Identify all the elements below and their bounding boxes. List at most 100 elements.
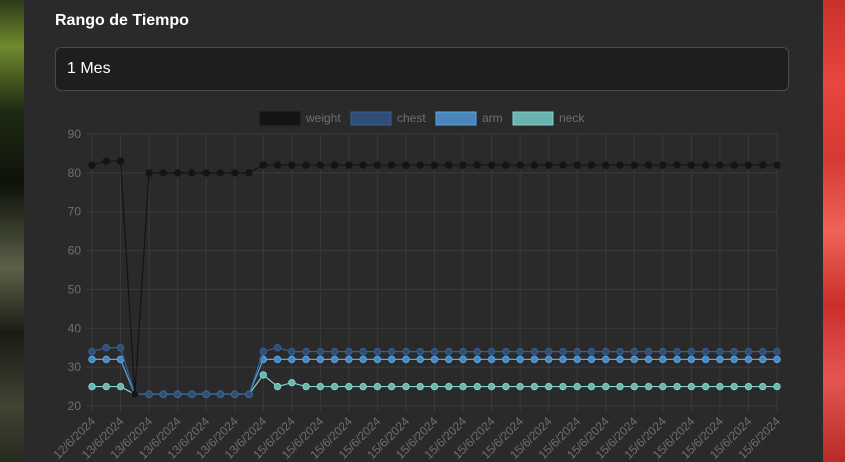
data-point-arm <box>373 355 382 364</box>
data-point-chest <box>602 347 610 356</box>
data-point-weight <box>473 161 482 169</box>
data-point-weight <box>231 169 239 177</box>
data-point-weight <box>216 169 225 177</box>
data-point-arm <box>587 355 596 364</box>
data-point-chest <box>459 347 467 356</box>
data-point-arm <box>730 355 738 364</box>
data-point-neck <box>659 382 667 391</box>
data-point-neck <box>487 382 496 391</box>
data-point-weight <box>644 161 653 169</box>
data-point-weight <box>459 161 467 169</box>
data-point-neck <box>716 382 724 391</box>
data-point-arm <box>673 355 681 364</box>
data-point-chest <box>102 344 110 352</box>
data-point-chest <box>445 347 453 356</box>
data-point-neck <box>430 382 439 391</box>
data-point-chest <box>487 347 496 356</box>
data-point-weight <box>402 161 410 169</box>
data-point-neck <box>630 382 638 391</box>
data-point-chest <box>359 347 367 356</box>
data-point-neck <box>259 371 267 379</box>
data-point-neck <box>587 382 596 391</box>
data-point-neck <box>273 382 282 391</box>
data-point-neck <box>359 382 367 391</box>
y-tick-label: 90 <box>68 127 82 141</box>
data-point-weight <box>587 161 596 169</box>
data-point-weight <box>259 161 267 169</box>
data-point-chest <box>402 347 410 356</box>
data-point-weight <box>245 169 253 177</box>
y-tick-label: 80 <box>68 166 82 180</box>
data-point-weight <box>188 169 196 177</box>
legend-swatch-arm <box>435 111 477 126</box>
data-point-chest <box>544 347 553 356</box>
data-point-arm <box>759 355 767 364</box>
data-point-chest <box>387 347 396 356</box>
data-point-arm <box>359 355 367 364</box>
data-point-arm <box>416 355 424 364</box>
data-point-neck <box>544 382 553 391</box>
data-point-weight <box>573 161 581 169</box>
data-point-weight <box>387 161 396 169</box>
data-point-weight <box>159 169 168 177</box>
data-point-weight <box>687 161 696 169</box>
data-point-arm <box>102 355 110 364</box>
data-point-arm <box>516 355 524 364</box>
data-point-weight <box>544 161 553 169</box>
y-tick-label: 20 <box>68 399 82 413</box>
data-point-chest <box>730 347 738 356</box>
data-point-weight <box>716 161 724 169</box>
data-point-arm <box>116 355 125 364</box>
data-point-chest <box>573 347 581 356</box>
data-point-weight <box>330 161 339 169</box>
legend-swatch-weight <box>259 111 301 126</box>
data-point-chest <box>330 347 339 356</box>
data-point-weight <box>630 161 638 169</box>
data-point-neck <box>102 382 110 391</box>
data-point-weight <box>102 157 110 165</box>
data-point-weight <box>487 161 496 169</box>
data-point-neck <box>530 382 539 391</box>
data-point-arm <box>302 355 310 364</box>
data-point-arm <box>473 355 482 364</box>
data-point-chest <box>430 347 439 356</box>
data-point-weight <box>673 161 681 169</box>
data-point-weight <box>288 161 296 169</box>
data-point-arm <box>459 355 467 364</box>
data-point-arm <box>273 355 282 364</box>
data-point-neck <box>416 382 424 391</box>
data-point-weight <box>273 161 282 169</box>
data-point-chest <box>88 347 96 356</box>
data-point-neck <box>387 382 396 391</box>
data-point-neck <box>473 382 482 391</box>
data-point-weight <box>616 161 624 169</box>
data-point-neck <box>644 382 653 391</box>
data-point-chest <box>373 347 382 356</box>
data-point-neck <box>116 382 125 391</box>
data-point-weight <box>530 161 539 169</box>
data-point-weight <box>131 390 139 399</box>
data-point-chest <box>273 344 282 352</box>
data-point-neck <box>373 382 382 391</box>
data-point-neck <box>759 382 767 391</box>
legend-label-arm: arm <box>482 111 503 125</box>
data-point-neck <box>701 382 710 391</box>
data-point-arm <box>288 355 296 364</box>
data-point-chest <box>630 347 638 356</box>
data-point-weight <box>516 161 524 169</box>
data-point-weight <box>773 161 781 169</box>
data-point-arm <box>659 355 667 364</box>
data-point-chest <box>345 347 353 356</box>
data-point-chest <box>216 390 225 399</box>
chart-legend: weight chest arm neck <box>259 111 585 126</box>
data-point-neck <box>616 382 624 391</box>
data-point-weight <box>602 161 610 169</box>
data-point-neck <box>673 382 681 391</box>
data-point-chest <box>302 347 310 356</box>
data-point-arm <box>602 355 610 364</box>
data-point-neck <box>602 382 610 391</box>
data-point-neck <box>316 382 325 391</box>
data-point-chest <box>587 347 596 356</box>
data-point-arm <box>744 355 753 364</box>
data-point-neck <box>730 382 738 391</box>
